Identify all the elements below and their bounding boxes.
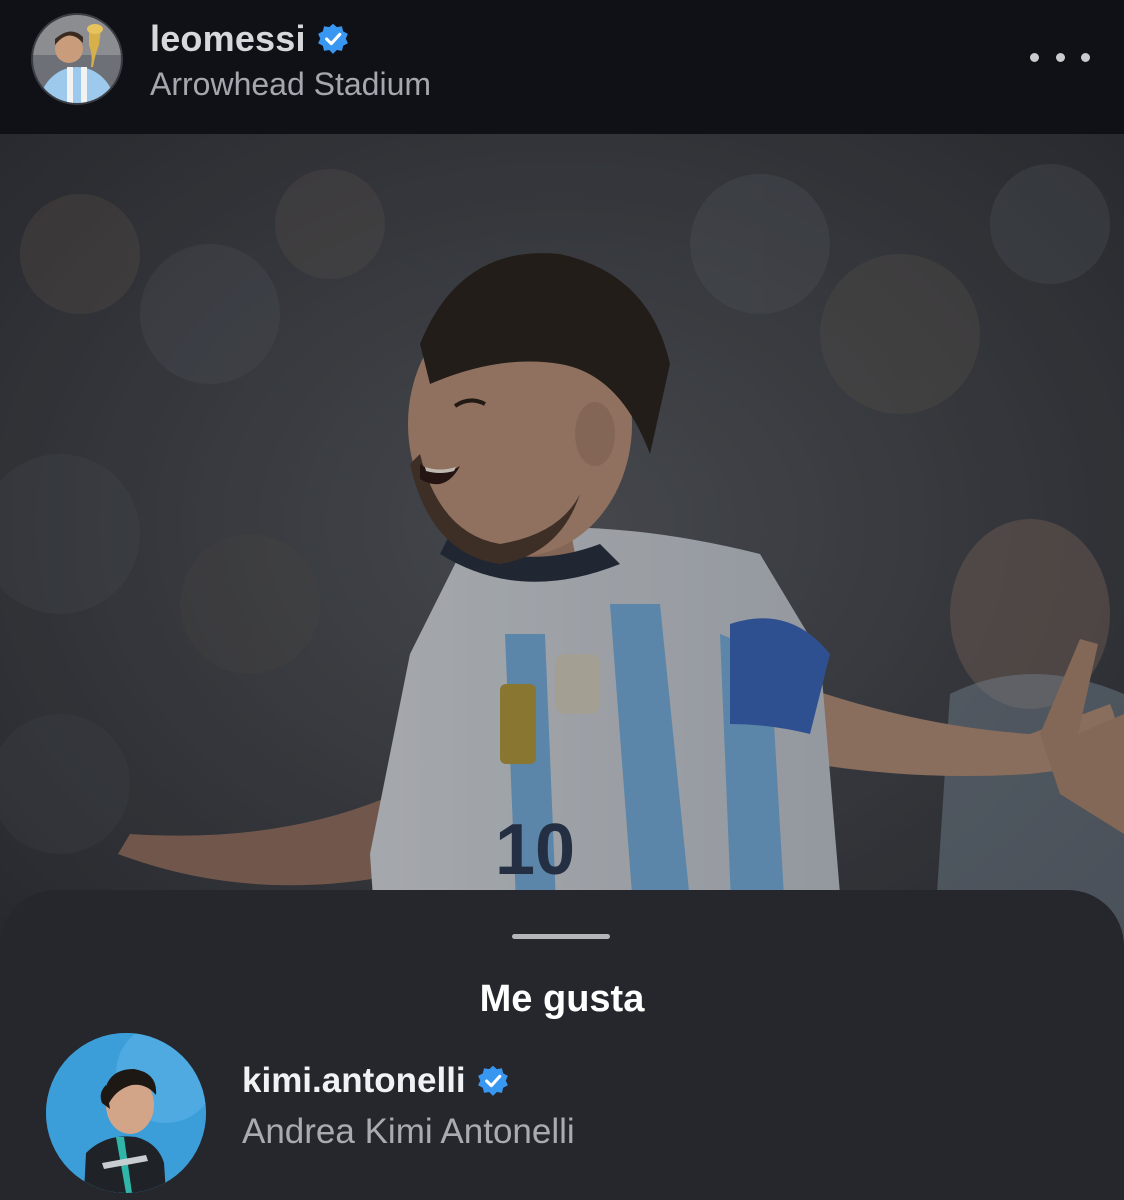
- post-header: leomessi Arrowhead Stadium: [0, 0, 1124, 134]
- more-horizontal-icon: [1055, 52, 1065, 62]
- liker-list-item[interactable]: kimi.antonelli Andrea Kimi Antonelli: [0, 1028, 1124, 1198]
- likes-sheet-title: Me gusta: [479, 978, 645, 1020]
- liker-full-name: Andrea Kimi Antonelli: [242, 1112, 575, 1151]
- liker-username-row: kimi.antonelli: [242, 1058, 510, 1104]
- author-username-row: leomessi: [150, 14, 350, 64]
- post-photo[interactable]: 10: [0, 134, 1124, 1000]
- more-horizontal-icon: [1030, 52, 1039, 62]
- more-horizontal-icon: [1081, 52, 1090, 62]
- likes-bottom-sheet: Me gusta kimi.antonelli Andrea Kimi Anto…: [0, 890, 1124, 1200]
- instagram-post-screen: leomessi Arrowhead Stadium 10 Me gusta k…: [0, 0, 1124, 1200]
- liker-username[interactable]: kimi.antonelli: [242, 1061, 466, 1101]
- author-avatar[interactable]: [31, 13, 123, 105]
- verified-badge-icon: [316, 22, 350, 56]
- post-location[interactable]: Arrowhead Stadium: [150, 66, 431, 103]
- liker-avatar[interactable]: [46, 1033, 206, 1193]
- author-username[interactable]: leomessi: [150, 18, 306, 60]
- verified-badge-icon: [476, 1064, 510, 1098]
- more-options-button[interactable]: [1030, 42, 1090, 72]
- sheet-grabber-handle[interactable]: [512, 934, 610, 939]
